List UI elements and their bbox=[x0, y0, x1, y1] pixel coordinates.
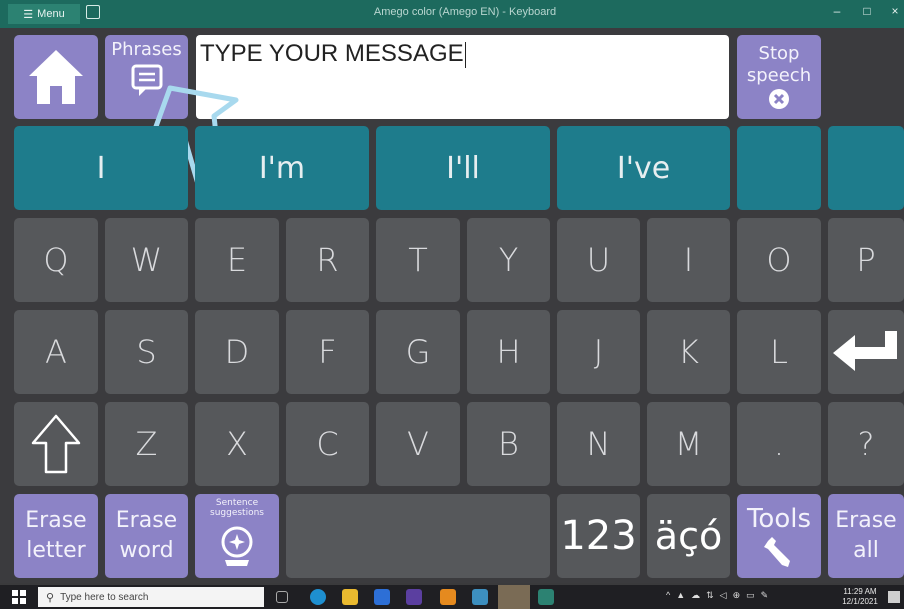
message-field[interactable]: TYPE YOUR MESSAGE bbox=[196, 35, 729, 119]
key-b[interactable]: B bbox=[467, 402, 550, 486]
erase-letter-label-1: Erase bbox=[25, 508, 87, 533]
key-t[interactable]: T bbox=[376, 218, 460, 302]
clock-date: 12/1/2021 bbox=[842, 597, 878, 606]
app-icon-3[interactable] bbox=[472, 589, 488, 605]
minimize-button[interactable]: – bbox=[826, 4, 848, 22]
wrench-icon bbox=[764, 537, 790, 567]
sentence-label-2: suggestions bbox=[210, 508, 264, 518]
erase-word-label-2: word bbox=[119, 538, 174, 563]
app-icon-2[interactable] bbox=[440, 589, 456, 605]
key-k[interactable]: K bbox=[647, 310, 730, 394]
hamburger-icon: ☰ bbox=[23, 8, 34, 21]
space-bar[interactable] bbox=[286, 494, 550, 578]
teams-icon[interactable] bbox=[498, 585, 530, 609]
message-text: TYPE YOUR MESSAGE bbox=[200, 40, 464, 67]
amego-taskbar-icon[interactable] bbox=[538, 589, 554, 605]
app-icon-1[interactable] bbox=[406, 589, 422, 605]
search-icon: ⚲ bbox=[46, 591, 55, 604]
phrases-label: Phrases bbox=[111, 39, 182, 60]
key-w[interactable]: W bbox=[105, 218, 188, 302]
key-g[interactable]: G bbox=[376, 310, 460, 394]
tools-label: Tools bbox=[746, 504, 812, 534]
sentence-suggestions-button[interactable]: Sentence suggestions bbox=[195, 494, 279, 578]
key-period[interactable]: . bbox=[737, 402, 821, 486]
prediction-3[interactable]: I'll bbox=[376, 126, 550, 210]
key-d[interactable]: D bbox=[195, 310, 279, 394]
key-x[interactable]: X bbox=[195, 402, 279, 486]
key-s[interactable]: S bbox=[105, 310, 188, 394]
taskbar-search[interactable]: ⚲ Type here to search bbox=[38, 587, 264, 607]
edge-icon[interactable] bbox=[310, 589, 326, 605]
erase-word-button[interactable]: Erase word bbox=[105, 494, 188, 578]
shift-arrow-icon bbox=[31, 414, 81, 474]
key-f[interactable]: F bbox=[286, 310, 369, 394]
key-c[interactable]: C bbox=[286, 402, 369, 486]
text-caret bbox=[464, 41, 466, 68]
title-bar: ☰ Menu Amego color (Amego EN) - Keyboard… bbox=[0, 0, 904, 28]
prediction-5[interactable] bbox=[737, 126, 821, 210]
key-o[interactable]: O bbox=[737, 218, 821, 302]
key-q[interactable]: Q bbox=[14, 218, 98, 302]
key-question[interactable]: ? bbox=[828, 402, 904, 486]
key-e[interactable]: E bbox=[195, 218, 279, 302]
erase-word-label-1: Erase bbox=[115, 508, 178, 533]
stop-icon bbox=[769, 89, 789, 109]
key-j[interactable]: J bbox=[557, 310, 640, 394]
key-n[interactable]: N bbox=[557, 402, 640, 486]
mail-icon[interactable] bbox=[374, 589, 390, 605]
stop-label: Stop bbox=[758, 43, 800, 64]
key-a[interactable]: A bbox=[14, 310, 98, 394]
menu-button[interactable]: ☰ Menu bbox=[8, 4, 80, 24]
home-button[interactable] bbox=[14, 35, 98, 119]
windows-start-icon[interactable] bbox=[12, 590, 26, 604]
taskbar-clock[interactable]: 11:29 AM 12/1/2021 bbox=[836, 587, 884, 607]
prediction-4[interactable]: I've bbox=[557, 126, 730, 210]
erase-all-label-2: all bbox=[853, 538, 879, 563]
enter-button[interactable] bbox=[828, 310, 904, 394]
shift-button[interactable] bbox=[14, 402, 98, 486]
key-z[interactable]: Z bbox=[105, 402, 188, 486]
numbers-button[interactable]: 123 bbox=[557, 494, 640, 578]
key-u[interactable]: U bbox=[557, 218, 640, 302]
home-icon bbox=[29, 50, 83, 104]
prediction-6[interactable] bbox=[828, 126, 904, 210]
menu-label: Menu bbox=[37, 8, 65, 20]
taskbar: ⚲ Type here to search ^▲☁⇅◁⊕▭✎ 11:29 AM … bbox=[0, 585, 904, 609]
key-r[interactable]: R bbox=[286, 218, 369, 302]
window-title: Amego color (Amego EN) - Keyboard bbox=[373, 6, 557, 18]
stop-speech-button[interactable]: Stop speech bbox=[737, 35, 821, 119]
accents-button[interactable]: äçó bbox=[647, 494, 730, 578]
erase-all-button[interactable]: Erase all bbox=[828, 494, 904, 578]
tools-button[interactable]: Tools bbox=[737, 494, 821, 578]
file-explorer-icon[interactable] bbox=[342, 589, 358, 605]
key-y[interactable]: Y bbox=[467, 218, 550, 302]
speech-label: speech bbox=[746, 65, 812, 86]
close-button[interactable]: × bbox=[884, 4, 904, 22]
key-h[interactable]: H bbox=[467, 310, 550, 394]
key-l[interactable]: L bbox=[737, 310, 821, 394]
clock-time: 11:29 AM bbox=[843, 587, 877, 596]
save-icon[interactable] bbox=[86, 5, 100, 19]
key-p[interactable]: P bbox=[828, 218, 904, 302]
system-tray-icons[interactable]: ^▲☁⇅◁⊕▭✎ bbox=[666, 590, 826, 604]
key-v[interactable]: V bbox=[376, 402, 460, 486]
notification-icon[interactable] bbox=[888, 591, 900, 603]
sentence-label-1: Sentence bbox=[215, 498, 259, 508]
enter-arrow-icon bbox=[833, 331, 897, 371]
erase-letter-button[interactable]: Erase letter bbox=[14, 494, 98, 578]
prediction-1[interactable]: I bbox=[14, 126, 188, 210]
erase-all-label-1: Erase bbox=[835, 508, 897, 533]
search-placeholder: Type here to search bbox=[60, 591, 149, 603]
key-m[interactable]: M bbox=[647, 402, 730, 486]
crystal-ball-icon bbox=[221, 526, 253, 566]
maximize-button[interactable]: □ bbox=[856, 4, 878, 22]
keyboard-panel: Phrases TYPE YOUR MESSAGE Stop speech I … bbox=[0, 28, 904, 583]
task-view-icon[interactable] bbox=[276, 591, 288, 603]
key-i[interactable]: I bbox=[647, 218, 730, 302]
erase-letter-label-2: letter bbox=[26, 538, 86, 563]
prediction-2[interactable]: I'm bbox=[195, 126, 369, 210]
